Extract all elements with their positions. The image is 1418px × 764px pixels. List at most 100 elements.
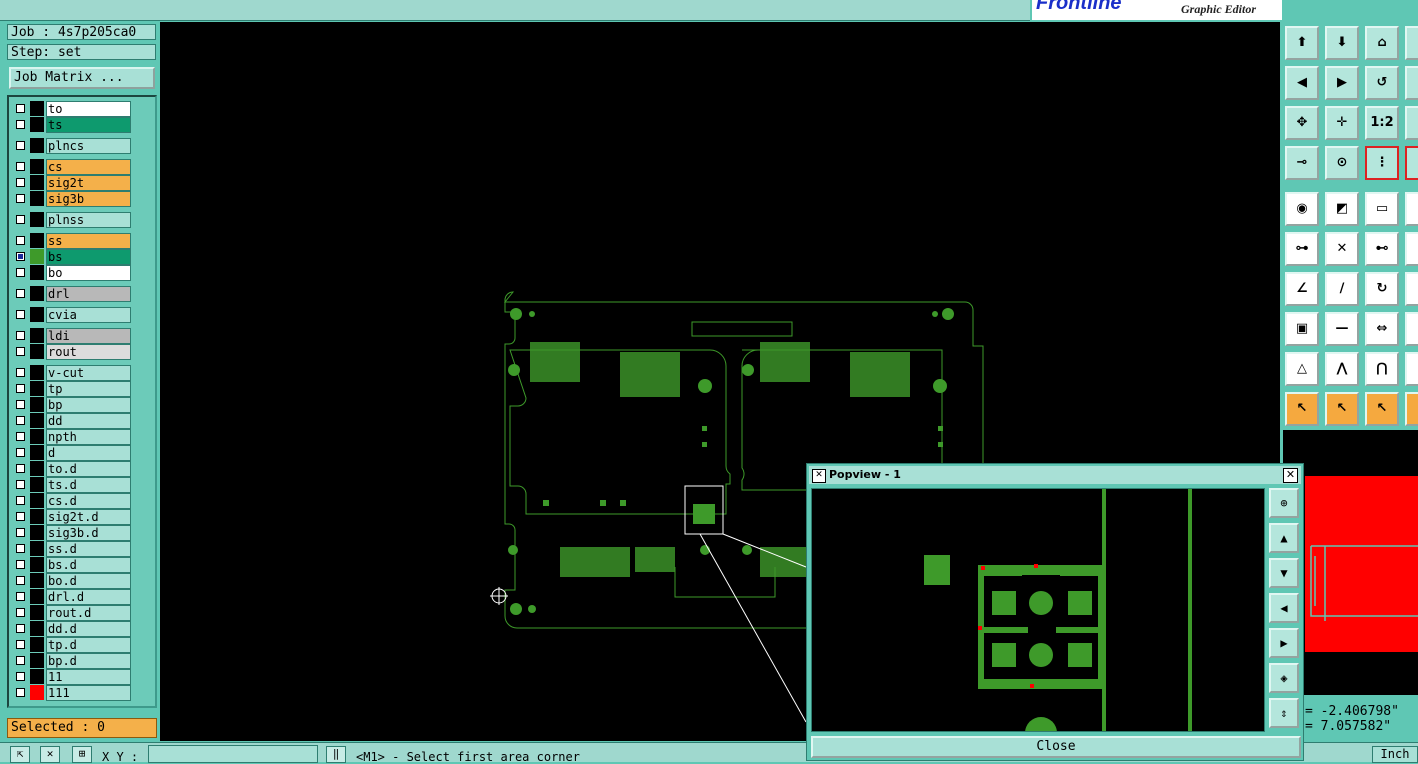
layer-color-swatch[interactable] bbox=[30, 541, 44, 556]
layer-color-swatch[interactable] bbox=[30, 328, 44, 343]
layer-checkbox[interactable] bbox=[16, 120, 25, 129]
zoom-center-icon[interactable]: ✛ bbox=[1325, 106, 1359, 140]
fill-icon[interactable]: ◩ bbox=[1325, 192, 1359, 226]
layer-row-cvia[interactable]: cvia bbox=[13, 307, 133, 323]
more-icon[interactable] bbox=[1405, 26, 1418, 60]
layer-checkbox[interactable] bbox=[16, 252, 25, 261]
window-menu-icon[interactable]: ✕ bbox=[812, 469, 826, 483]
layer-row-111[interactable]: 111 bbox=[13, 685, 133, 701]
layer-checkbox[interactable] bbox=[16, 544, 25, 553]
layer-row-rout-d[interactable]: rout.d bbox=[13, 605, 133, 621]
undo-view-icon[interactable]: ↺ bbox=[1365, 66, 1399, 100]
layer-color-swatch[interactable] bbox=[30, 621, 44, 636]
layer-name[interactable]: drl bbox=[46, 286, 131, 302]
more-icon[interactable] bbox=[1405, 352, 1418, 386]
fit-view-icon[interactable]: ◈ bbox=[1269, 663, 1299, 693]
close-icon[interactable]: ✕ bbox=[1283, 468, 1298, 483]
pan-left-icon[interactable]: ◀ bbox=[1285, 66, 1319, 100]
pan-up-icon[interactable]: ▲ bbox=[1269, 523, 1299, 553]
edge-icon[interactable]: ⊷ bbox=[1365, 232, 1399, 266]
select-icon[interactable]: ◉ bbox=[1285, 192, 1319, 226]
layer-checkbox[interactable] bbox=[16, 496, 25, 505]
layer-row-ss[interactable]: ss bbox=[13, 233, 133, 249]
layer-checkbox[interactable] bbox=[16, 416, 25, 425]
layer-row-npth[interactable]: npth bbox=[13, 429, 133, 445]
select-tool-icon[interactable]: ⇱ bbox=[10, 746, 30, 763]
segment-icon[interactable]: — bbox=[1325, 312, 1359, 346]
layer-color-swatch[interactable] bbox=[30, 653, 44, 668]
xy-input[interactable] bbox=[148, 745, 318, 763]
layer-checkbox[interactable] bbox=[16, 576, 25, 585]
pan-up-icon[interactable]: ⬆ bbox=[1285, 26, 1319, 60]
layer-name[interactable]: bo.d bbox=[46, 573, 131, 589]
layer-checkbox[interactable] bbox=[16, 448, 25, 457]
layer-checkbox[interactable] bbox=[16, 310, 25, 319]
layer-row-sig2t-d[interactable]: sig2t.d bbox=[13, 509, 133, 525]
layer-checkbox[interactable] bbox=[16, 432, 25, 441]
connect-icon[interactable]: ⊶ bbox=[1285, 232, 1319, 266]
layer-checkbox[interactable] bbox=[16, 347, 25, 356]
layer-name[interactable]: v-cut bbox=[46, 365, 131, 381]
layer-name[interactable]: plnss bbox=[46, 212, 131, 228]
layer-checkbox[interactable] bbox=[16, 289, 25, 298]
layer-checkbox[interactable] bbox=[16, 640, 25, 649]
ruler-icon[interactable]: ▭ bbox=[1365, 192, 1399, 226]
pointer-frame-icon[interactable]: ↖ bbox=[1365, 392, 1399, 426]
layer-row-sig3b-d[interactable]: sig3b.d bbox=[13, 525, 133, 541]
dimension-icon[interactable]: ⇔ bbox=[1365, 312, 1399, 346]
layer-name[interactable]: bo bbox=[46, 265, 131, 281]
angle-icon[interactable]: ∠ bbox=[1285, 272, 1319, 306]
layer-row-v-cut[interactable]: v-cut bbox=[13, 365, 133, 381]
layer-color-swatch[interactable] bbox=[30, 557, 44, 572]
layer-name[interactable]: to bbox=[46, 101, 131, 117]
netlist-icon[interactable]: ⋮ bbox=[1365, 146, 1399, 180]
layer-checkbox[interactable] bbox=[16, 672, 25, 681]
layer-color-swatch[interactable] bbox=[30, 265, 44, 280]
layer-color-swatch[interactable] bbox=[30, 233, 44, 248]
more-icon[interactable] bbox=[1405, 66, 1418, 100]
more-icon[interactable] bbox=[1405, 392, 1418, 426]
layer-name[interactable]: 11 bbox=[46, 669, 131, 685]
layer-name[interactable]: d bbox=[46, 445, 131, 461]
layer-name[interactable]: sig3b bbox=[46, 191, 131, 207]
pan-right-icon[interactable]: ▶ bbox=[1325, 66, 1359, 100]
layer-name[interactable]: plncs bbox=[46, 138, 131, 154]
layer-name[interactable]: ts.d bbox=[46, 477, 131, 493]
layer-color-swatch[interactable] bbox=[30, 605, 44, 620]
layer-name[interactable]: rout bbox=[46, 344, 131, 360]
layer-name[interactable]: bs.d bbox=[46, 557, 131, 573]
layer-checkbox[interactable] bbox=[16, 141, 25, 150]
layer-row-bo-d[interactable]: bo.d bbox=[13, 573, 133, 589]
zoom-in-icon[interactable]: ⊕ bbox=[1269, 488, 1299, 518]
layer-color-swatch[interactable] bbox=[30, 397, 44, 412]
layer-checkbox[interactable] bbox=[16, 528, 25, 537]
layer-checkbox[interactable] bbox=[16, 464, 25, 473]
layer-color-swatch[interactable] bbox=[30, 509, 44, 524]
layer-color-swatch[interactable] bbox=[30, 381, 44, 396]
layer-color-swatch[interactable] bbox=[30, 493, 44, 508]
layer-row-bo[interactable]: bo bbox=[13, 265, 133, 281]
layer-name[interactable]: bs bbox=[46, 249, 131, 265]
layer-name[interactable]: bp.d bbox=[46, 653, 131, 669]
feature-icon[interactable]: ▣ bbox=[1285, 312, 1319, 346]
layer-row-dd-d[interactable]: dd.d bbox=[13, 621, 133, 637]
pointer-box-icon[interactable]: ↖ bbox=[1325, 392, 1359, 426]
layer-checkbox[interactable] bbox=[16, 608, 25, 617]
layer-checkbox[interactable] bbox=[16, 624, 25, 633]
layer-checkbox[interactable] bbox=[16, 268, 25, 277]
job-matrix-button[interactable]: Job Matrix ... bbox=[9, 67, 155, 89]
layer-color-swatch[interactable] bbox=[30, 429, 44, 444]
layer-color-swatch[interactable] bbox=[30, 286, 44, 301]
more-icon[interactable] bbox=[1405, 232, 1418, 266]
layer-checkbox[interactable] bbox=[16, 656, 25, 665]
layer-checkbox[interactable] bbox=[16, 178, 25, 187]
pan-down-icon[interactable]: ▼ bbox=[1269, 558, 1299, 588]
layer-row-cs-d[interactable]: cs.d bbox=[13, 493, 133, 509]
layer-name[interactable]: to.d bbox=[46, 461, 131, 477]
layer-color-swatch[interactable] bbox=[30, 461, 44, 476]
layer-name[interactable]: ts bbox=[46, 117, 131, 133]
layer-color-swatch[interactable] bbox=[30, 138, 44, 153]
layer-checkbox[interactable] bbox=[16, 560, 25, 569]
layer-color-swatch[interactable] bbox=[30, 669, 44, 684]
pad-icon[interactable]: ⊙ bbox=[1325, 146, 1359, 180]
